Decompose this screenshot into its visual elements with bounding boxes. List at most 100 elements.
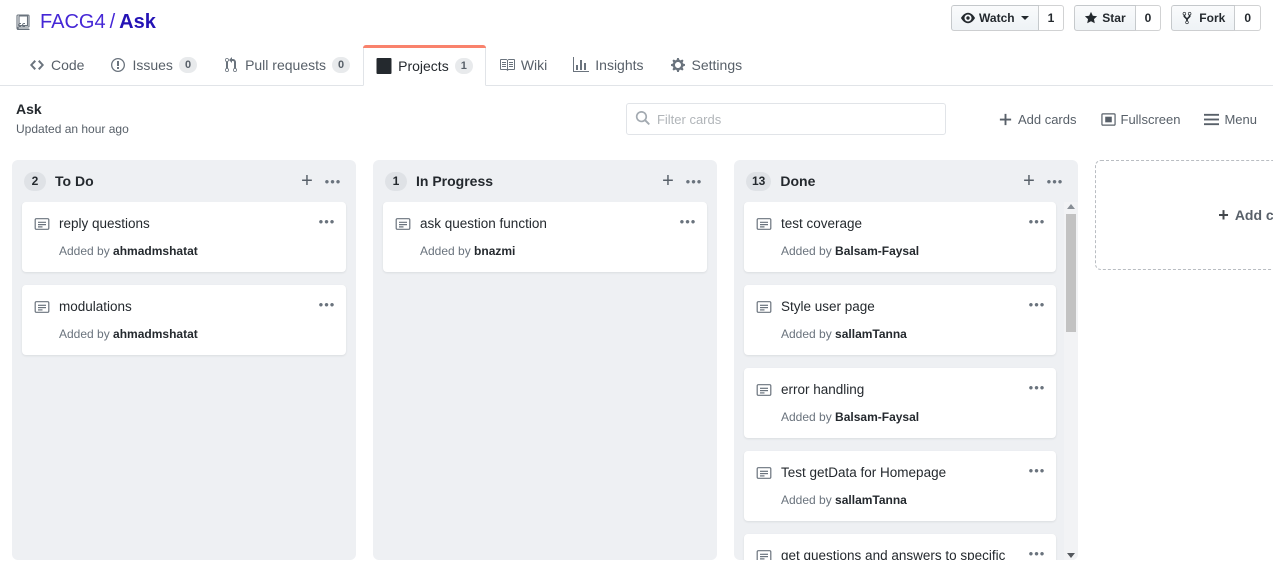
column-cards-area: reply questions ••• Added by ahmadmshata… [12,202,356,560]
add-card-icon[interactable]: + [1016,168,1042,194]
book-icon [499,57,515,73]
card-header: test coverage [756,214,1043,233]
card-menu-icon[interactable]: ••• [678,212,698,230]
tab-pull-requests-label: Pull requests [245,57,326,73]
graph-icon [573,57,590,73]
card[interactable]: error handling ••• Added by Balsam-Faysa… [744,368,1056,438]
card[interactable]: get questions and answers to specific us… [744,534,1056,560]
card-author: Balsam-Faysal [835,410,920,424]
column-menu-icon[interactable]: ••• [681,168,707,194]
add-cards-label: Add cards [1017,111,1077,127]
project-board: 2 To Do + ••• reply questions ••• Added … [0,152,1273,562]
card[interactable]: ask question function ••• Added by bnazm… [383,202,707,272]
scroll-up-arrow-icon[interactable] [1067,204,1075,209]
card-list: test coverage ••• Added by Balsam-Faysal [744,202,1068,560]
fullscreen-icon [1100,112,1116,127]
tab-projects[interactable]: Projects 1 [363,45,486,86]
project-toolbar: Add cards Fullscreen Menu [625,103,1257,135]
fork-count[interactable]: 0 [1235,5,1261,31]
tab-wiki[interactable]: Wiki [486,44,560,85]
card-menu-icon[interactable]: ••• [317,295,337,313]
repository-breadcrumb: FACG4 / Ask [16,12,156,32]
card-header: modulations [34,297,333,316]
star-button-group: Star 0 [1074,5,1162,31]
card-author: ahmadmshatat [113,244,198,258]
card-header: ask question function [395,214,694,233]
column-menu-icon[interactable]: ••• [1042,168,1068,194]
card-menu-icon[interactable]: ••• [1027,461,1047,479]
star-label: Star [1102,11,1126,25]
card-meta: Added by ahmadmshatat [34,243,333,259]
menu-label: Menu [1224,111,1257,127]
add-cards-button[interactable]: Add cards [998,112,1077,127]
fullscreen-button[interactable]: Fullscreen [1100,111,1181,127]
note-icon [34,216,50,232]
card[interactable]: test coverage ••• Added by Balsam-Faysal [744,202,1056,272]
card-author: sallamTanna [835,493,907,507]
tab-settings[interactable]: Settings [657,44,756,85]
fork-label: Fork [1199,11,1226,25]
card-author: ahmadmshatat [113,327,198,341]
note-icon [756,216,772,232]
tab-code[interactable]: Code [16,44,97,85]
card-header: Test getData for Homepage [756,463,1043,482]
add-card-icon[interactable]: + [294,168,320,194]
card-meta: Added by Balsam-Faysal [756,409,1043,425]
card-author: bnazmi [474,244,516,258]
hamburger-menu-icon [1204,112,1220,127]
fullscreen-label: Fullscreen [1120,111,1181,127]
watch-label: Watch [979,11,1015,25]
note-icon [756,465,772,481]
card-menu-icon[interactable]: ••• [317,212,337,230]
card-title: reply questions [59,216,150,231]
card-meta: Added by sallamTanna [756,492,1043,508]
repo-name-link[interactable]: Ask [119,12,156,32]
breadcrumb-separator: / [109,11,116,33]
card-menu-icon[interactable]: ••• [1027,212,1047,230]
watch-count[interactable]: 1 [1038,5,1065,31]
tab-issues-label: Issues [132,57,173,73]
watch-button[interactable]: Watch [951,5,1039,31]
note-icon [395,216,411,232]
card[interactable]: reply questions ••• Added by ahmadmshata… [22,202,346,272]
card-menu-icon[interactable]: ••• [1027,378,1047,396]
menu-button[interactable]: Menu [1204,112,1257,127]
card-title: Test getData for Homepage [781,465,947,480]
search-input[interactable] [625,103,946,135]
column-name: To Do [55,173,94,189]
card-title: modulations [59,299,132,314]
card-menu-icon[interactable]: ••• [1027,544,1047,561]
plus-icon: + [1218,204,1229,225]
star-button[interactable]: Star [1074,5,1136,31]
card-title: get questions and answers to specific us… [781,548,1006,560]
repo-social-actions: Watch 1 Star 0 Fork 0 [951,5,1261,31]
fork-button[interactable]: Fork [1171,5,1236,31]
card-header: error handling [756,380,1043,399]
add-column-button[interactable]: + Add column [1095,160,1273,270]
tab-insights[interactable]: Insights [560,44,656,85]
card-menu-icon[interactable]: ••• [1027,295,1047,313]
card[interactable]: modulations ••• Added by ahmadmshatat [22,285,346,355]
column-scrollbar[interactable] [1064,202,1078,560]
card[interactable]: Test getData for Homepage ••• Added by s… [744,451,1056,521]
tab-code-label: Code [51,57,85,73]
tab-pull-requests[interactable]: Pull requests 0 [210,44,363,85]
card-title: error handling [781,382,865,397]
card-header: get questions and answers to specific us… [756,546,1043,560]
card-added-by-prefix: Added by [781,327,836,341]
star-count[interactable]: 0 [1135,5,1162,31]
scrollbar-thumb[interactable] [1066,214,1076,332]
add-card-icon[interactable]: + [655,168,681,194]
column-cards-area: ask question function ••• Added by bnazm… [373,202,717,560]
chevron-down-icon [1020,16,1029,20]
repo-owner-link[interactable]: FACG4 [40,12,106,32]
card-meta: Added by ahmadmshatat [34,326,333,342]
card-list: reply questions ••• Added by ahmadmshata… [22,202,346,355]
git-pull-request-icon [223,57,239,73]
tab-issues[interactable]: Issues 0 [97,44,210,85]
tab-settings-label: Settings [691,57,743,73]
note-icon [34,299,50,315]
column-menu-icon[interactable]: ••• [320,168,346,194]
card[interactable]: Style user page ••• Added by sallamTanna [744,285,1056,355]
scroll-down-arrow-icon[interactable] [1067,553,1075,558]
